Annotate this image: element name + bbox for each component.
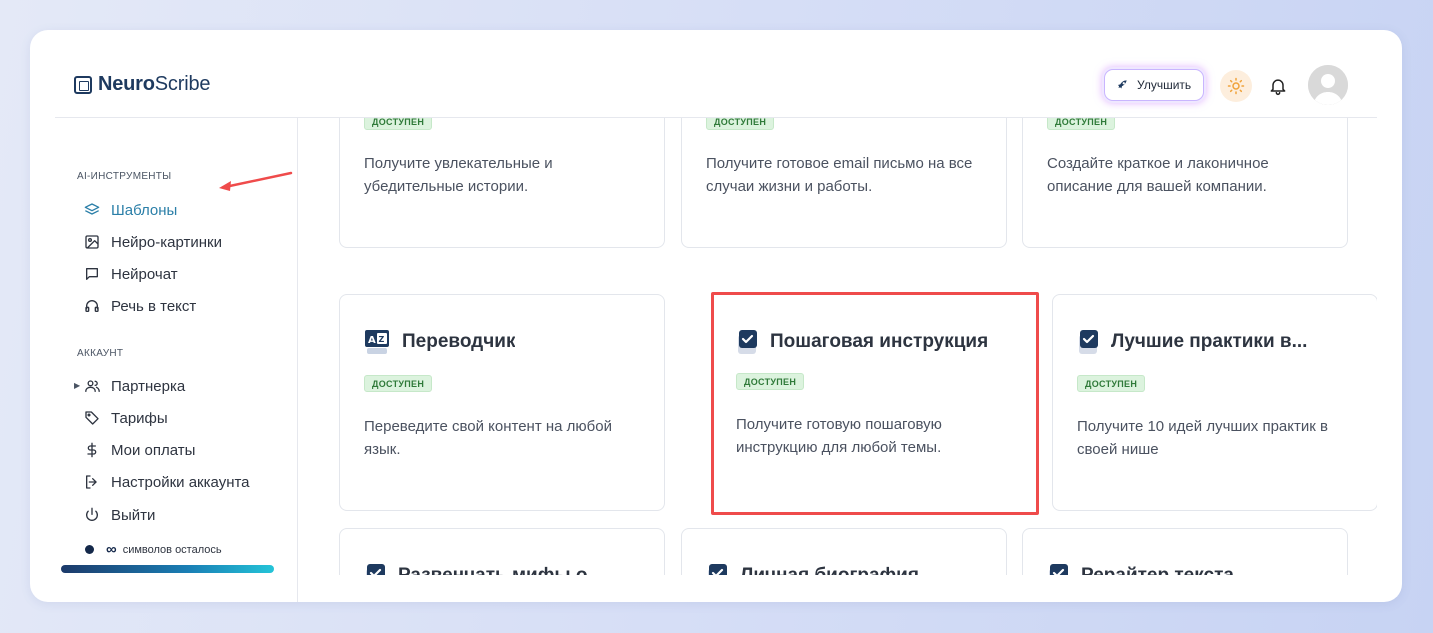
card-title: Личная биография bbox=[740, 565, 919, 575]
sidebar-item-partner[interactable]: Партнерка bbox=[83, 374, 185, 398]
credits-value: ∞ bbox=[106, 541, 117, 558]
template-card[interactable]: ДОСТУПЕН Получите увлекательные и убедит… bbox=[339, 118, 665, 248]
checkbox-icon bbox=[738, 330, 757, 354]
user-avatar[interactable] bbox=[1308, 65, 1348, 105]
card-header: A Z Переводчик bbox=[364, 329, 515, 355]
card-description: Создайте краткое и лаконичное описание д… bbox=[1047, 155, 1269, 195]
template-card[interactable]: ДОСТУПЕН Получите готовое email письмо н… bbox=[681, 118, 1007, 248]
status-badge: ДОСТУПЕН bbox=[364, 118, 433, 130]
templates-grid: ДОСТУПЕН Получите увлекательные и убедит… bbox=[299, 118, 1377, 575]
status-badge: ДОСТУПЕН bbox=[364, 375, 433, 392]
sidebar-item-label: Речь в текст bbox=[111, 297, 197, 315]
section-title-tools: AI-ИНСТРУМЕНТЫ bbox=[77, 171, 172, 182]
users-icon bbox=[83, 377, 101, 395]
credits-progress-bar bbox=[61, 565, 274, 573]
upgrade-label: Улучшить bbox=[1137, 78, 1192, 92]
sidebar-item-neurochat[interactable]: Нейрочат bbox=[83, 262, 178, 286]
template-card-debunk-myths[interactable]: Развенчать мифы о... bbox=[339, 528, 665, 575]
logo-text: NeuroScribe bbox=[98, 73, 211, 95]
checkbox-icon bbox=[366, 564, 385, 575]
credits-indicator: ∞ символов осталось bbox=[85, 541, 222, 558]
sidebar-item-speech-to-text[interactable]: Речь в текст bbox=[83, 294, 196, 318]
logo-icon bbox=[74, 75, 92, 94]
sidebar-item-label: Нейро-картинки bbox=[111, 233, 222, 251]
template-card-translator[interactable]: A Z Переводчик ДОСТУПЕН Переведите свой … bbox=[339, 294, 665, 511]
card-title: Рерайтер текста bbox=[1081, 565, 1234, 575]
logout-box-icon bbox=[83, 473, 101, 491]
sun-icon bbox=[1227, 77, 1245, 95]
card-header: Пошаговая инструкция bbox=[736, 329, 988, 355]
pointer-arrow-annotation bbox=[219, 171, 293, 191]
image-icon bbox=[83, 233, 101, 251]
status-badge: ДОСТУПЕН bbox=[1047, 118, 1116, 130]
template-card-best-practices[interactable]: Лучшие практики в... ДОСТУПЕН Получите 1… bbox=[1052, 294, 1377, 511]
sidebar-item-label: Партнерка bbox=[111, 377, 186, 395]
svg-text:A: A bbox=[368, 335, 376, 346]
credits-dot bbox=[85, 545, 94, 554]
checkbox-icon bbox=[1049, 564, 1068, 575]
rocket-icon bbox=[1117, 80, 1127, 89]
card-header: Лучшие практики в... bbox=[1077, 329, 1307, 355]
sidebar-item-label: Выйти bbox=[111, 506, 156, 524]
chat-icon bbox=[83, 265, 101, 283]
template-card[interactable]: ДОСТУПЕН Создайте краткое и лаконичное о… bbox=[1022, 118, 1348, 248]
card-title: Пошаговая инструкция bbox=[770, 331, 989, 352]
status-badge: ДОСТУПЕН bbox=[706, 118, 775, 130]
sidebar-item-logout[interactable]: Выйти bbox=[83, 503, 155, 527]
credits-progress-fill bbox=[61, 565, 274, 573]
section-title-account: АККАУНТ bbox=[77, 348, 124, 359]
sidebar-item-label: Настройки аккаунта bbox=[111, 473, 250, 491]
template-card-rewriter[interactable]: Рерайтер текста bbox=[1022, 528, 1348, 575]
expand-caret-icon[interactable]: ▶ bbox=[74, 381, 80, 390]
card-title: Развенчать мифы о... bbox=[398, 565, 603, 575]
card-header: Личная биография bbox=[706, 563, 919, 575]
status-badge: ДОСТУПЕН bbox=[1077, 375, 1146, 392]
sidebar-item-account-settings[interactable]: Настройки аккаунта bbox=[83, 470, 250, 494]
card-header: Развенчать мифы о... bbox=[364, 563, 603, 575]
headphones-icon bbox=[83, 297, 101, 315]
top-header: NeuroScribe Улучшить bbox=[30, 30, 1402, 118]
app-window: NeuroScribe Улучшить AI-ИНСТРУМЕНТЫ Шабл… bbox=[30, 30, 1402, 602]
sidebar-item-templates[interactable]: Шаблоны bbox=[83, 198, 177, 222]
status-badge: ДОСТУПЕН bbox=[736, 373, 805, 390]
card-header: Рерайтер текста bbox=[1047, 563, 1234, 575]
app-logo[interactable]: NeuroScribe bbox=[74, 73, 210, 96]
dollar-icon bbox=[83, 441, 101, 459]
sidebar-item-neuro-images[interactable]: Нейро-картинки bbox=[83, 230, 222, 254]
sidebar-item-label: Тарифы bbox=[111, 409, 168, 427]
sidebar-item-label: Мои оплаты bbox=[111, 441, 196, 459]
card-description: Получите 10 идей лучших практик в своей … bbox=[1077, 418, 1328, 458]
bell-icon[interactable] bbox=[1268, 75, 1288, 97]
sidebar-item-tariffs[interactable]: Тарифы bbox=[83, 406, 168, 430]
svg-text:Z: Z bbox=[379, 335, 385, 344]
translate-icon: A Z bbox=[365, 330, 389, 354]
card-description: Получите увлекательные и убедительные ис… bbox=[364, 155, 553, 195]
power-icon bbox=[83, 506, 101, 524]
sidebar-item-label: Шаблоны bbox=[111, 201, 178, 219]
card-title: Переводчик bbox=[402, 331, 516, 352]
tag-icon bbox=[83, 409, 101, 427]
upgrade-button[interactable]: Улучшить bbox=[1104, 69, 1205, 101]
layers-icon bbox=[83, 201, 101, 219]
credits-label: символов осталось bbox=[122, 543, 222, 556]
template-card-biography[interactable]: Личная биография bbox=[681, 528, 1007, 575]
checkbox-icon bbox=[1079, 330, 1098, 354]
card-title: Лучшие практики в... bbox=[1111, 331, 1308, 352]
checkbox-icon bbox=[708, 564, 727, 575]
card-description: Переведите свой контент на любой язык. bbox=[364, 418, 612, 458]
sidebar-item-label: Нейрочат bbox=[111, 265, 178, 283]
theme-toggle-button[interactable] bbox=[1220, 70, 1252, 102]
sidebar: AI-ИНСТРУМЕНТЫ Шаблоны Нейро-картинки Не… bbox=[55, 118, 298, 602]
sidebar-item-payments[interactable]: Мои оплаты bbox=[83, 438, 195, 462]
card-description: Получите готовую пошаговую инструкцию дл… bbox=[736, 416, 942, 456]
card-description: Получите готовое email письмо на все слу… bbox=[706, 155, 973, 195]
template-card-step-by-step[interactable]: Пошаговая инструкция ДОСТУПЕН Получите г… bbox=[711, 292, 1039, 515]
